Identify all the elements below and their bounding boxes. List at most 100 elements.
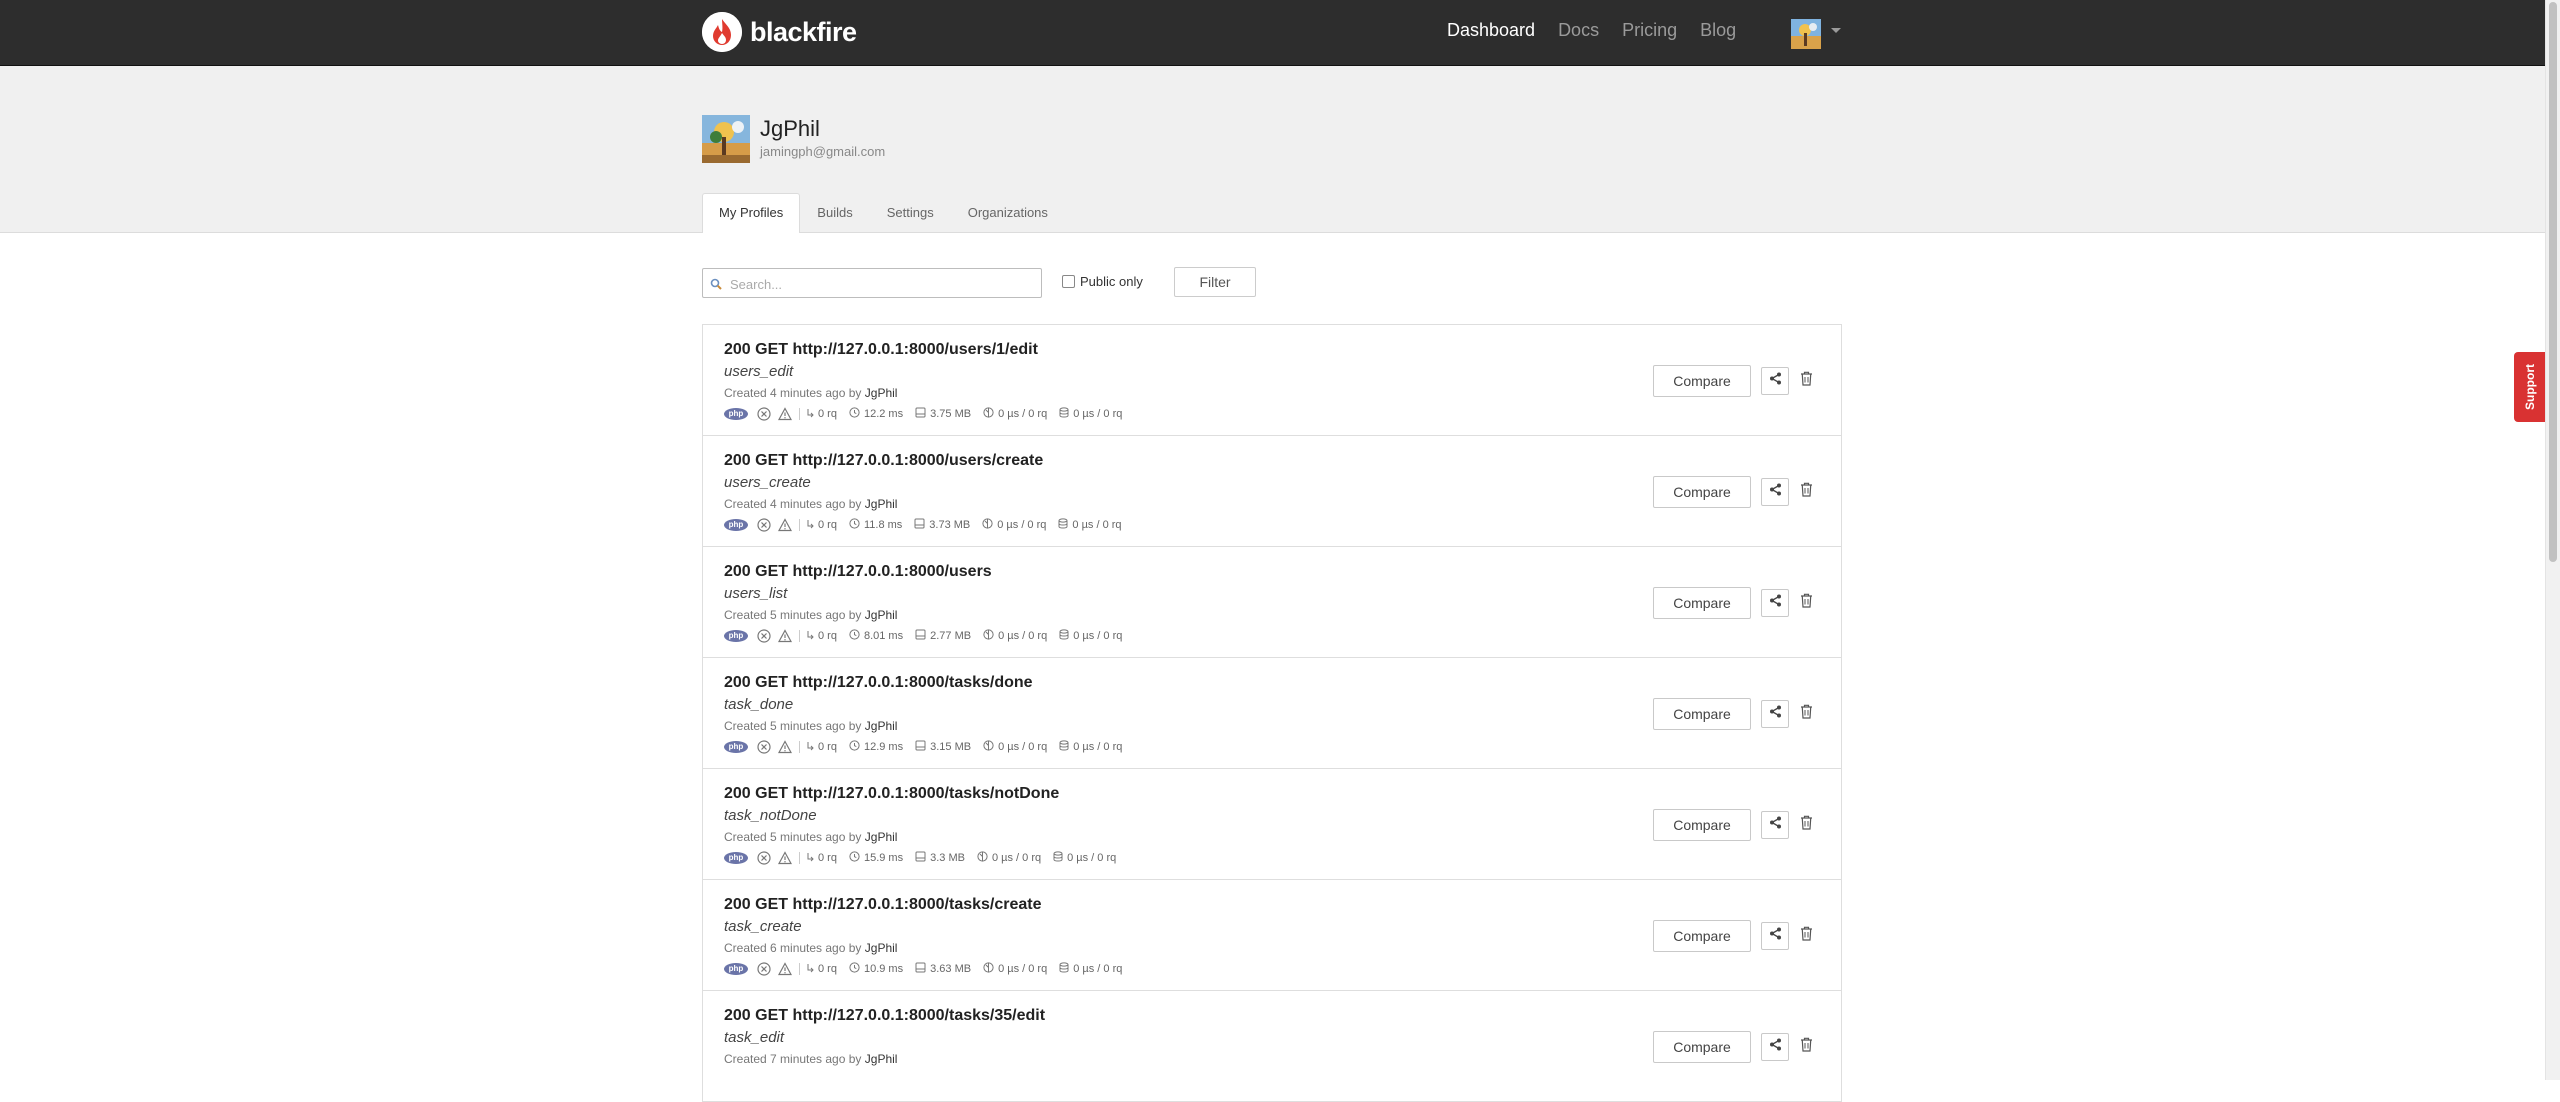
- share-button[interactable]: [1761, 811, 1789, 839]
- created-text: Created 4 minutes ago by: [724, 386, 862, 400]
- share-button[interactable]: [1761, 1033, 1789, 1061]
- share-button[interactable]: [1761, 922, 1789, 950]
- nav-link-dashboard[interactable]: Dashboard: [1447, 20, 1535, 41]
- tab-builds[interactable]: Builds: [800, 193, 869, 232]
- public-only-checkbox[interactable]: [1062, 275, 1075, 288]
- delete-button[interactable]: [1796, 592, 1816, 614]
- warning-icon[interactable]: [778, 740, 792, 754]
- profile-title-link[interactable]: 200 GET http://127.0.0.1:8000/users/1/ed…: [724, 341, 1038, 359]
- memory-value: 2.77 MB: [930, 630, 972, 642]
- database-icon: [1058, 518, 1068, 532]
- memory-stat: 3.15 MB: [915, 740, 971, 754]
- filter-button[interactable]: Filter: [1174, 267, 1256, 297]
- profile-created: Created 4 minutes ago by JgPhil: [724, 497, 897, 511]
- nav-link-blog[interactable]: Blog: [1700, 20, 1736, 41]
- profile-title-link[interactable]: 200 GET http://127.0.0.1:8000/tasks/crea…: [724, 896, 1042, 914]
- profile-created: Created 5 minutes ago by JgPhil: [724, 830, 897, 844]
- profile-row: 200 GET http://127.0.0.1:8000/tasks/done…: [702, 658, 1842, 769]
- compare-button[interactable]: Compare: [1653, 809, 1751, 841]
- divider: [799, 519, 800, 531]
- memory-icon: [914, 518, 925, 532]
- support-tab[interactable]: Support: [2514, 352, 2545, 422]
- profile-title-link[interactable]: 200 GET http://127.0.0.1:8000/tasks/done: [724, 674, 1033, 692]
- nav-link-pricing[interactable]: Pricing: [1622, 20, 1677, 41]
- delete-button[interactable]: [1796, 925, 1816, 947]
- share-button[interactable]: [1761, 700, 1789, 728]
- memory-icon: [915, 851, 926, 865]
- author-link[interactable]: JgPhil: [865, 1052, 898, 1066]
- profile-route: task_notDone: [724, 807, 817, 824]
- php-icon: php: [724, 741, 748, 753]
- compare-button[interactable]: Compare: [1653, 1031, 1751, 1063]
- scrollbar-thumb[interactable]: [2549, 2, 2557, 562]
- php-icon: php: [724, 852, 748, 864]
- close-circle-icon[interactable]: [757, 740, 771, 754]
- warning-icon[interactable]: [778, 629, 792, 643]
- tab-my-profiles[interactable]: My Profiles: [702, 193, 801, 233]
- profile-stats: php 0 rq 12.2 ms 3.75 MB 0 µs / 0 rq 0 µ…: [724, 406, 1134, 422]
- php-icon: php: [724, 408, 748, 420]
- tab-settings[interactable]: Settings: [870, 193, 951, 232]
- public-only-toggle[interactable]: Public only: [1062, 274, 1143, 289]
- compare-button[interactable]: Compare: [1653, 587, 1751, 619]
- close-circle-icon[interactable]: [757, 851, 771, 865]
- compare-button[interactable]: Compare: [1653, 476, 1751, 508]
- delete-button[interactable]: [1796, 481, 1816, 503]
- profile-title-link[interactable]: 200 GET http://127.0.0.1:8000/tasks/35/e…: [724, 1007, 1045, 1025]
- subrequest-arrow-icon: [806, 630, 814, 643]
- profile-created: Created 6 minutes ago by JgPhil: [724, 941, 897, 955]
- author-link[interactable]: JgPhil: [865, 941, 898, 955]
- share-button[interactable]: [1761, 478, 1789, 506]
- sql-value: 0 µs / 0 rq: [1067, 852, 1117, 864]
- divider: [799, 408, 800, 420]
- nav-link-docs[interactable]: Docs: [1558, 20, 1599, 41]
- close-circle-icon[interactable]: [757, 962, 771, 976]
- network-stat: 0 µs / 0 rq: [983, 962, 1047, 976]
- created-text: Created 5 minutes ago by: [724, 830, 862, 844]
- divider: [799, 852, 800, 864]
- close-circle-icon[interactable]: [757, 629, 771, 643]
- close-circle-icon[interactable]: [757, 518, 771, 532]
- page-scrollbar[interactable]: [2545, 0, 2560, 1080]
- tab-organizations[interactable]: Organizations: [951, 193, 1065, 232]
- profile-title-link[interactable]: 200 GET http://127.0.0.1:8000/users/crea…: [724, 452, 1043, 470]
- warning-icon[interactable]: [778, 962, 792, 976]
- network-icon: [977, 851, 988, 865]
- search-input[interactable]: [728, 269, 1032, 299]
- share-button[interactable]: [1761, 589, 1789, 617]
- warning-icon[interactable]: [778, 407, 792, 421]
- network-icon: [983, 407, 994, 421]
- delete-button[interactable]: [1796, 370, 1816, 392]
- chevron-down-icon[interactable]: [1831, 28, 1841, 33]
- close-circle-icon[interactable]: [757, 407, 771, 421]
- profile-row: 200 GET http://127.0.0.1:8000/tasks/35/e…: [702, 991, 1842, 1102]
- share-icon: [1769, 594, 1782, 612]
- profile-title-link[interactable]: 200 GET http://127.0.0.1:8000/users: [724, 563, 992, 581]
- profile-title-link[interactable]: 200 GET http://127.0.0.1:8000/tasks/notD…: [724, 785, 1059, 803]
- author-link[interactable]: JgPhil: [865, 608, 898, 622]
- warning-icon[interactable]: [778, 851, 792, 865]
- compare-button[interactable]: Compare: [1653, 920, 1751, 952]
- compare-button[interactable]: Compare: [1653, 698, 1751, 730]
- author-link[interactable]: JgPhil: [865, 719, 898, 733]
- subrequests-stat: 0 rq: [806, 519, 837, 532]
- author-link[interactable]: JgPhil: [865, 386, 898, 400]
- brand-logo-link[interactable]: blackfire: [702, 12, 857, 52]
- delete-button[interactable]: [1796, 1036, 1816, 1058]
- compare-button[interactable]: Compare: [1653, 365, 1751, 397]
- share-button[interactable]: [1761, 367, 1789, 395]
- delete-button[interactable]: [1796, 703, 1816, 725]
- network-value: 0 µs / 0 rq: [998, 741, 1048, 753]
- network-value: 0 µs / 0 rq: [997, 519, 1047, 531]
- memory-icon: [915, 629, 926, 643]
- delete-button[interactable]: [1796, 814, 1816, 836]
- author-link[interactable]: JgPhil: [865, 497, 898, 511]
- trash-icon: [1800, 926, 1813, 946]
- warning-icon[interactable]: [778, 518, 792, 532]
- user-menu-avatar[interactable]: [1791, 19, 1821, 49]
- created-text: Created 5 minutes ago by: [724, 608, 862, 622]
- subrequests-value: 0 rq: [818, 852, 837, 864]
- author-link[interactable]: JgPhil: [865, 830, 898, 844]
- profile-created: Created 5 minutes ago by JgPhil: [724, 608, 897, 622]
- brand-name: blackfire: [750, 16, 857, 47]
